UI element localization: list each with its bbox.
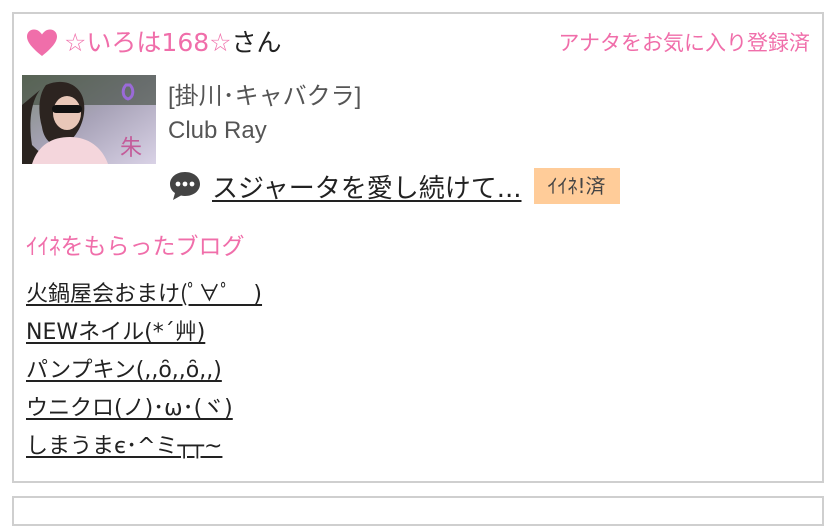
shop-name: Club Ray <box>168 117 267 144</box>
blog-link[interactable]: NEWネイル(*´艸) <box>26 314 205 352</box>
list-item: しまうまє･^ミ┬┬~ <box>26 428 262 466</box>
list-item: 火鍋屋会おまけ(ﾟ∀ﾟ ) <box>26 276 262 314</box>
list-item: NEWネイル(*´艸) <box>26 314 262 352</box>
blog-link[interactable]: しまうまє･^ミ┬┬~ <box>26 428 222 466</box>
list-item: ウニクロ(ノ)･ω･(ヾ) <box>26 390 262 428</box>
speech-bubble-icon <box>170 172 200 200</box>
avatar-photo: 朱 <box>22 75 156 164</box>
heart-icon <box>27 29 57 56</box>
shop-category: [掛川･キャバクラ] <box>168 83 362 110</box>
user-honorific: さん <box>231 28 282 57</box>
favorite-status: アナタをお気に入り登録済 <box>558 31 810 55</box>
blog-link[interactable]: 火鍋屋会おまけ(ﾟ∀ﾟ ) <box>26 276 262 314</box>
blog-link[interactable]: パンプキン(,,ȏ,,ȏ,,) <box>26 352 222 390</box>
user-card: ☆いろは168☆さん アナタをお気に入り登録済 朱 [掛川･キャバクラ] Clu… <box>12 12 824 483</box>
shop-info: [掛川･キャバクラ] Club Ray <box>168 80 361 148</box>
featured-blog-row: スジャータを愛し続けて... ｲｲﾈ!済 <box>168 166 620 206</box>
blog-link[interactable]: ウニクロ(ノ)･ω･(ヾ) <box>26 390 233 428</box>
card-header: ☆いろは168☆さん アナタをお気に入り登録済 <box>26 26 810 60</box>
list-item: パンプキン(,,ȏ,,ȏ,,) <box>26 352 262 390</box>
svg-text:朱: 朱 <box>120 136 142 161</box>
featured-blog-link[interactable]: スジャータを愛し続けて... <box>212 168 522 205</box>
liked-blog-list: 火鍋屋会おまけ(ﾟ∀ﾟ ) NEWネイル(*´艸) パンプキン(,,ȏ,,ȏ,,… <box>26 276 262 466</box>
liked-blogs-heading: ｲｲﾈをもらったブログ <box>26 234 245 260</box>
next-user-card <box>12 496 824 526</box>
user-name-link[interactable]: ☆いろは168☆さん <box>64 26 282 60</box>
user-name: ☆いろは168☆ <box>64 28 232 57</box>
iine-done-badge: ｲｲﾈ!済 <box>533 168 620 204</box>
avatar[interactable]: 朱 <box>22 75 156 164</box>
